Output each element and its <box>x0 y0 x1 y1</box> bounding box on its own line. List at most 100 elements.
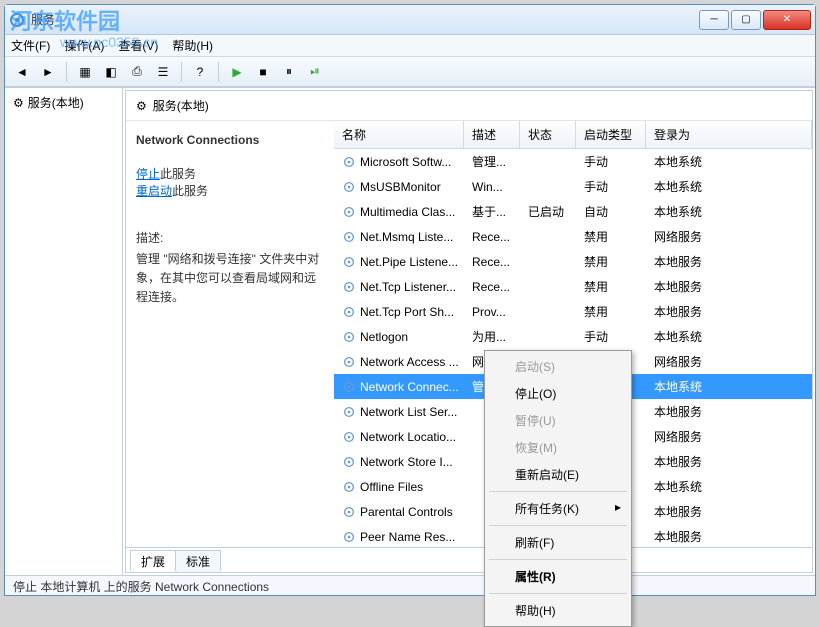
tab-standard[interactable]: 标准 <box>175 550 221 572</box>
service-icon <box>342 180 356 194</box>
separator <box>489 559 627 560</box>
service-row[interactable]: MsUSBMonitorWin...手动本地系统 <box>334 174 812 199</box>
service-logon: 本地服务 <box>646 251 812 272</box>
service-row[interactable]: Netlogon为用...手动本地系统 <box>334 324 812 349</box>
stop-service-button[interactable]: ■ <box>252 61 274 83</box>
service-logon: 本地服务 <box>646 451 812 472</box>
service-status <box>520 235 576 239</box>
service-startup: 禁用 <box>576 276 646 297</box>
right-pane: ⚙ 服务(本地) Network Connections 停止此服务 重启动此服… <box>123 88 815 575</box>
service-status <box>520 160 576 164</box>
tab-extended[interactable]: 扩展 <box>130 550 176 572</box>
service-row[interactable]: Net.Pipe Listene...Rece...禁用本地服务 <box>334 249 812 274</box>
service-status <box>520 260 576 264</box>
minimize-button[interactable]: ─ <box>699 10 729 30</box>
service-name: Network List Ser... <box>360 405 457 419</box>
restart-service-button[interactable]: ⏯ <box>304 61 326 83</box>
action-links: 停止此服务 重启动此服务 <box>136 165 324 199</box>
separator <box>66 62 67 82</box>
detail-pane: Network Connections 停止此服务 重启动此服务 描述: 管理 … <box>126 121 334 547</box>
service-startup: 禁用 <box>576 251 646 272</box>
tree-item-label: 服务(本地) <box>28 94 84 111</box>
close-button[interactable]: ✕ <box>763 10 811 30</box>
service-logon: 本地系统 <box>646 201 812 222</box>
service-status <box>520 310 576 314</box>
stop-link-suffix: 此服务 <box>160 167 196 181</box>
service-logon: 本地服务 <box>646 276 812 297</box>
service-name: Net.Msmq Liste... <box>360 230 453 244</box>
service-row[interactable]: Net.Msmq Liste...Rece...禁用网络服务 <box>334 224 812 249</box>
tb-btn[interactable]: ▦ <box>74 61 96 83</box>
services-window: 服务 ─ ▢ ✕ 文件(F) 操作(A) 查看(V) 帮助(H) ◄ ► ▦ ◧… <box>4 4 816 596</box>
service-row[interactable]: Multimedia Clas...基于...已启动自动本地系统 <box>334 199 812 224</box>
export-button[interactable]: ⎙ <box>126 61 148 83</box>
column-startup[interactable]: 启动类型 <box>576 121 646 148</box>
service-row[interactable]: Microsoft Softw...管理...手动本地系统 <box>334 149 812 174</box>
service-name: Offline Files <box>360 480 423 494</box>
titlebar: 服务 ─ ▢ ✕ <box>5 5 815 35</box>
service-name: Network Access ... <box>360 355 459 369</box>
cm-help[interactable]: 帮助(H) <box>487 597 629 624</box>
service-desc: Rece... <box>464 278 520 296</box>
column-status[interactable]: 状态 <box>520 121 576 148</box>
back-button[interactable]: ◄ <box>11 61 33 83</box>
cm-resume: 恢复(M) <box>487 434 629 461</box>
service-icon <box>342 330 356 344</box>
service-status <box>520 285 576 289</box>
service-icon <box>342 480 356 494</box>
restart-link[interactable]: 重启动 <box>136 184 172 198</box>
service-desc: 基于... <box>464 201 520 222</box>
separator <box>218 62 219 82</box>
context-menu: 启动(S) 停止(O) 暂停(U) 恢复(M) 重新启动(E) 所有任务(K)▸… <box>484 350 632 627</box>
menu-file[interactable]: 文件(F) <box>11 37 50 54</box>
column-desc[interactable]: 描述 <box>464 121 520 148</box>
help-button[interactable]: ? <box>189 61 211 83</box>
service-desc: Prov... <box>464 303 520 321</box>
service-logon: 本地服务 <box>646 401 812 422</box>
tb-btn[interactable]: ◧ <box>100 61 122 83</box>
window-title: 服务 <box>31 11 699 28</box>
separator <box>489 525 627 526</box>
cm-restart[interactable]: 重新启动(E) <box>487 461 629 488</box>
service-icon <box>342 405 356 419</box>
properties-button[interactable]: ☰ <box>152 61 174 83</box>
service-icon <box>342 505 356 519</box>
tree-item-services-local[interactable]: ⚙ 服务(本地) <box>5 88 122 117</box>
service-name: Network Store I... <box>360 455 453 469</box>
service-icon <box>342 380 356 394</box>
cm-stop[interactable]: 停止(O) <box>487 380 629 407</box>
list-header: 名称 描述 状态 启动类型 登录为 <box>334 121 812 149</box>
cm-refresh[interactable]: 刷新(F) <box>487 529 629 556</box>
service-startup: 手动 <box>576 176 646 197</box>
chevron-right-icon: ▸ <box>615 500 621 514</box>
pause-service-button[interactable]: ⏸ <box>278 61 300 83</box>
service-desc: 为用... <box>464 326 520 347</box>
maximize-button[interactable]: ▢ <box>731 10 761 30</box>
scope-panel: ⚙ 服务(本地) Network Connections 停止此服务 重启动此服… <box>125 90 813 573</box>
cm-properties[interactable]: 属性(R) <box>487 563 629 590</box>
column-name[interactable]: 名称 <box>334 121 464 148</box>
service-row[interactable]: Net.Tcp Port Sh...Prov...禁用本地服务 <box>334 299 812 324</box>
service-name: Network Connec... <box>360 380 459 394</box>
service-icon <box>342 530 356 544</box>
cm-start: 启动(S) <box>487 353 629 380</box>
cm-all-tasks[interactable]: 所有任务(K)▸ <box>487 495 629 522</box>
menu-help[interactable]: 帮助(H) <box>172 37 213 54</box>
window-controls: ─ ▢ ✕ <box>699 10 811 30</box>
service-row[interactable]: Net.Tcp Listener...Rece...禁用本地服务 <box>334 274 812 299</box>
stop-link[interactable]: 停止 <box>136 167 160 181</box>
service-desc: Rece... <box>464 228 520 246</box>
service-desc: Win... <box>464 178 520 196</box>
service-logon: 网络服务 <box>646 426 812 447</box>
service-logon: 网络服务 <box>646 226 812 247</box>
start-service-button[interactable]: ▶ <box>226 61 248 83</box>
tree-pane: ⚙ 服务(本地) <box>5 88 123 575</box>
service-logon: 本地服务 <box>646 526 812 547</box>
column-logon[interactable]: 登录为 <box>646 121 812 148</box>
forward-button[interactable]: ► <box>37 61 59 83</box>
body: ⚙ 服务(本地) ⚙ 服务(本地) Network Connections 停止… <box>5 87 815 575</box>
service-icon <box>342 155 356 169</box>
service-icon <box>342 255 356 269</box>
service-name: Parental Controls <box>360 505 453 519</box>
service-logon: 本地服务 <box>646 301 812 322</box>
